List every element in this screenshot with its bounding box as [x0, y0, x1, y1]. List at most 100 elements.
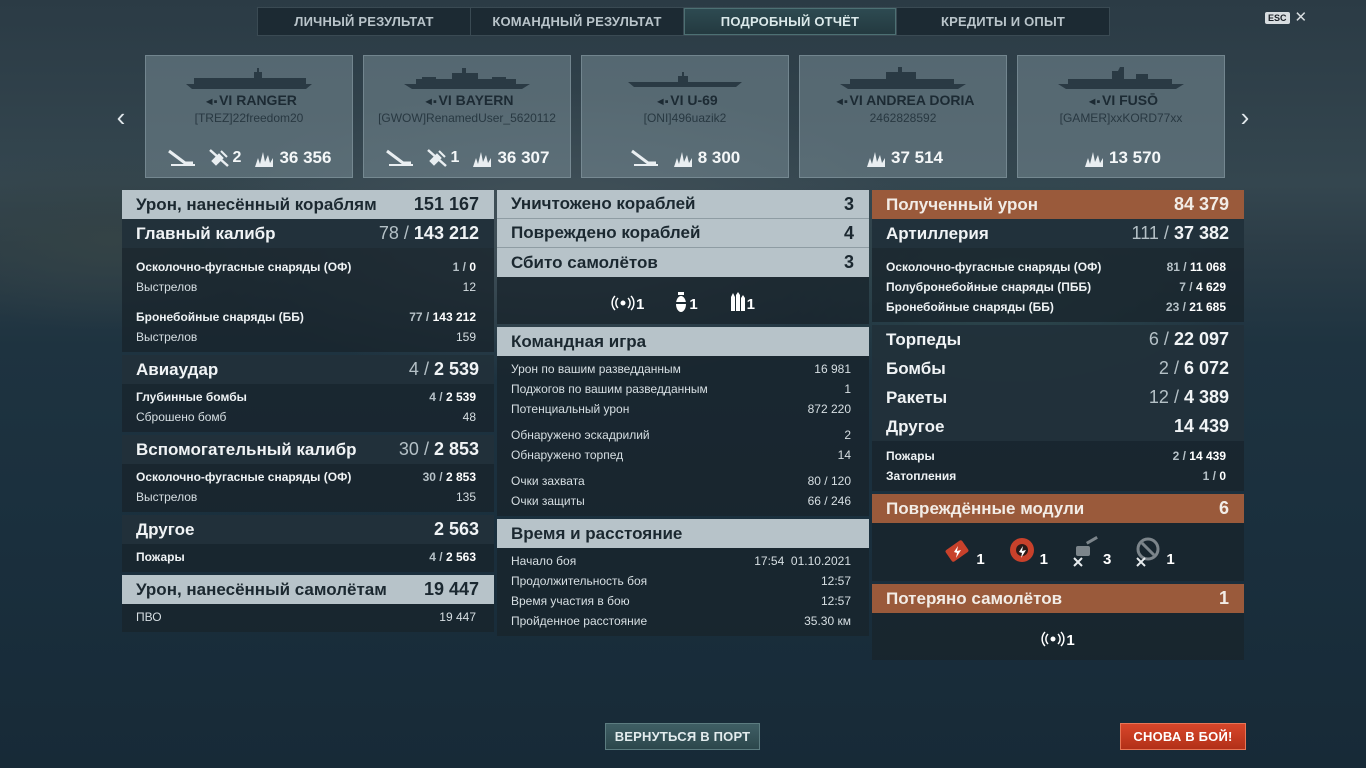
- aa-row: ПВО 19 447: [136, 610, 476, 624]
- torpedoes-spotted-row: Обнаружено торпед 14: [511, 448, 851, 462]
- ship-name: ◄▪ VI BAYERN: [364, 92, 570, 108]
- battle-again-button[interactable]: СНОВА В БОЙ!: [1120, 723, 1246, 750]
- ships-destroyed-header: Уничтожено кораблей 3: [497, 190, 869, 219]
- potential-damage-row: Потенциальный урон 872 220: [511, 402, 851, 416]
- damage-burst-icon: [473, 152, 492, 167]
- battle-stats-column: Уничтожено кораблей 3 Повреждено кораблей…: [497, 190, 869, 639]
- ship-card[interactable]: ◄▪ VI BAYERN [GWOW]RenamedUser_5620112 1 36…: [363, 55, 571, 178]
- esc-key-hint: ESC: [1265, 12, 1290, 24]
- torpedo-hit-icon: [167, 149, 195, 166]
- received-damage-header: Полученный урон 84 379: [872, 190, 1244, 219]
- secondary-battery-header: Вспомогательный калибр 30 / 2 853: [122, 435, 494, 464]
- teamplay-header: Командная игра: [497, 327, 869, 356]
- distance-row: Пройденное расстояние 35.30 км: [511, 614, 851, 628]
- main-he-shots-row: Выстрелов 12: [136, 280, 476, 294]
- time-distance-section: Время и расстояние Начало боя 17:54 01.10…: [497, 519, 869, 636]
- teamplay-section: Командная игра Урон по вашим разведданны…: [497, 327, 869, 516]
- close-icon: ✕: [1294, 9, 1308, 26]
- spotting-damage-row: Урон по вашим разведданным 16 981: [511, 362, 851, 376]
- ship-name: ◄▪ VI RANGER: [146, 92, 352, 108]
- damage-burst-icon: [1085, 152, 1103, 167]
- secondary-shots-row: Выстрелов 135: [136, 490, 476, 504]
- defense-points-row: Очки защиты 66 / 246: [511, 494, 851, 508]
- ship-silhouette-icon: [840, 67, 966, 89]
- received-other-header: Другое 14 439: [872, 412, 1244, 441]
- received-sap-row: Полубронебойные снаряды (ПББ) 7 / 4 629: [886, 280, 1226, 294]
- ship-damage-dealt: 37 514: [863, 147, 943, 169]
- damage-burst-icon: [867, 152, 885, 167]
- planes-destroyed: 2: [207, 147, 241, 169]
- report-tabs: ЛИЧНЫЙ РЕЗУЛЬТАТ КОМАНДНЫЙ РЕЗУЛЬТАТ ПОД…: [257, 7, 1110, 36]
- carousel-prev-arrow-icon[interactable]: ‹: [113, 102, 129, 132]
- planes-shot-header: Сбито самолётов 3: [497, 248, 869, 277]
- ship-class-icon: ◄▪: [203, 96, 218, 108]
- main-battery-label: Главный калибр: [136, 223, 276, 243]
- ship-damage-dealt: 13 570: [1081, 147, 1161, 169]
- rockets-icon: 1: [728, 286, 755, 313]
- other-damage-header: Другое 2 563: [122, 515, 494, 544]
- battle-duration-row: Продолжительность боя 12:57: [511, 574, 851, 588]
- ship-silhouette-icon: [628, 72, 742, 87]
- ship-class-icon: ◄▪: [834, 96, 848, 108]
- plane-kill-icon: [208, 149, 229, 167]
- spotting-fires-row: Поджогов по вашим разведданным 1: [511, 382, 851, 396]
- torpedo-hit-icon: [385, 147, 415, 169]
- rockets-header: Ракеты 12 / 4 389: [872, 383, 1244, 412]
- tab-personal-result[interactable]: ЛИЧНЫЙ РЕЗУЛЬТАТ: [258, 8, 471, 35]
- airstrike-section: Авиаудар 4 / 2 539 Глубинные бомбы 4 / 2 …: [122, 355, 494, 432]
- ship-card[interactable]: ◄▪ VI U-69 [ONI]496uazik2 8 300: [581, 55, 789, 178]
- ship-class-icon: ◄▪: [654, 96, 669, 108]
- bomb-icon: 1: [674, 286, 698, 313]
- damage-received-column: Полученный урон 84 379 Артиллерия 111 / 3…: [872, 190, 1244, 663]
- fighter-icon: 1: [611, 286, 644, 313]
- artillery-header: Артиллерия 111 / 37 382: [872, 219, 1244, 248]
- planes-destroyed: 1: [425, 147, 459, 169]
- squadrons-spotted-row: Обнаружено эскадрилий 2: [511, 428, 851, 442]
- ship-card[interactable]: ◄▪ VI RANGER [TREZ]22freedom20 2 36 356: [145, 55, 353, 178]
- ship-damage-dealt: 8 300: [670, 147, 740, 169]
- depth-charges-row: Глубинные бомбы 4 / 2 539: [136, 390, 476, 404]
- ship-player-name: 2462828592: [869, 111, 937, 125]
- ship-damage-dealt: 36 356: [251, 147, 331, 169]
- return-to-port-button[interactable]: ВЕРНУТЬСЯ В ПОРТ: [605, 723, 760, 750]
- engine-damaged-icon: 1: [941, 534, 985, 568]
- tab-credits-xp[interactable]: КРЕДИТЫ И ОПЫТ: [897, 8, 1109, 35]
- ship-name: ◄▪ VI U-69: [582, 92, 788, 108]
- torpedo-hit-icon: [630, 147, 660, 169]
- capture-points-row: Очки захвата 80 / 120: [511, 474, 851, 488]
- received-fires-row: Пожары 2 / 14 439: [886, 449, 1226, 463]
- torpedo-hit-icon: [167, 147, 197, 169]
- lost-planes-header: Потеряно самолётов 1: [872, 584, 1244, 613]
- carousel-next-arrow-icon[interactable]: ›: [1237, 102, 1253, 132]
- ship-stats: 37 514: [800, 147, 1006, 169]
- ship-name: ◄▪ VI ANDREA DORIA: [800, 92, 1006, 108]
- ship-player-name: [GWOW]RenamedUser_5620112: [378, 111, 556, 125]
- received-other-section: Торпеды 6 / 22 097 Бомбы 2 / 6 072 Ракет…: [872, 325, 1244, 491]
- damage-burst-icon: [673, 152, 692, 167]
- damage-burst-icon: [255, 152, 274, 167]
- planes-damage-header: Урон, нанесённый самолётам 19 447: [122, 575, 494, 604]
- ship-silhouette-icon: [1058, 67, 1184, 89]
- time-distance-header: Время и расстояние: [497, 519, 869, 548]
- airstrike-header: Авиаудар 4 / 2 539: [122, 355, 494, 384]
- ship-damage-dealt: 36 307: [469, 147, 549, 169]
- bombs-dropped-row: Сброшено бомб 48: [136, 410, 476, 424]
- close-button[interactable]: ESC ✕: [1265, 9, 1308, 26]
- torpedo-hit-icon: [630, 149, 658, 166]
- received-he-row: Осколочно-фугасные снаряды (ОФ) 81 / 11 0…: [886, 260, 1226, 274]
- damaged-modules-section: Повреждённые модули 6 1 1 3 1: [872, 494, 1244, 581]
- ship-player-name: [TREZ]22freedom20: [194, 111, 304, 125]
- ship-card[interactable]: ◄▪ VI ANDREA DORIA 2462828592 37 514: [799, 55, 1007, 178]
- ship-card[interactable]: ◄▪ VI FUSŌ [GAMER]xxKORD77xx 13 570: [1017, 55, 1225, 178]
- torpedo-hit-icon: [385, 149, 413, 166]
- ship-class-icon: ◄▪: [423, 96, 437, 108]
- ships-damage-section: Урон, нанесённый кораблям 151 167 Главны…: [122, 190, 494, 352]
- battle-start-row: Начало боя 17:54 01.10.2021: [511, 554, 851, 568]
- main-he-row: Осколочно-фугасные снаряды (ОФ) 1 / 0: [136, 260, 476, 274]
- ships-damage-header: Урон, нанесённый кораблям 151 167: [122, 190, 494, 219]
- ship-stats: 13 570: [1018, 147, 1224, 169]
- planes-shot-icons: 1 1 1: [497, 277, 869, 321]
- tab-detailed-report[interactable]: ПОДРОБНЫЙ ОТЧЁТ: [684, 8, 897, 35]
- tab-team-result[interactable]: КОМАНДНЫЙ РЕЗУЛЬТАТ: [471, 8, 684, 35]
- fires-row: Пожары 4 / 2 563: [136, 550, 476, 564]
